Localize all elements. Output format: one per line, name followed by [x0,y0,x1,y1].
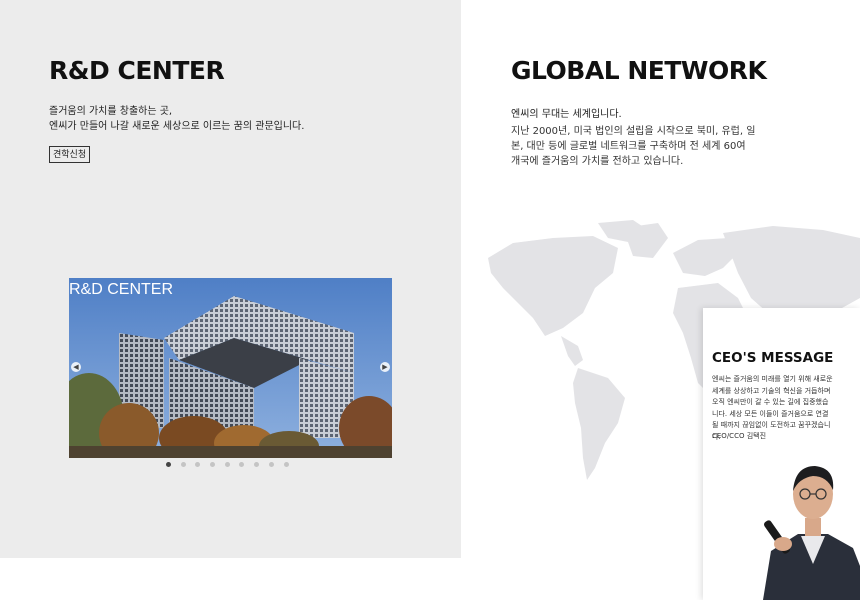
slider-dot-6[interactable] [239,462,245,467]
global-network-lead: 엔씨의 무대는 세계입니다. [511,109,622,120]
bottom-strip [0,558,461,600]
rd-center-title: R&D CENTER [49,56,225,85]
rd-center-description: 즐거움의 가치를 창출하는 곳, 엔씨가 만들어 나갈 새로운 세상으로 이르는… [49,104,304,134]
ceo-message-title: CEO'S MESSAGE [712,350,834,366]
chevron-left-icon: ◀ [73,363,79,371]
slider-next-button[interactable]: ▶ [380,362,390,372]
ceo-portrait-photo [753,456,860,600]
slide-caption: R&D CENTER [69,281,174,298]
slider-prev-button[interactable]: ◀ [71,362,81,372]
slider-dot-2[interactable] [180,462,186,467]
slider-dot-1[interactable] [166,462,171,467]
ceo-signature: CEO/CCO 김택진 [712,432,767,440]
global-network-body: 지난 2000년, 미국 법인의 설립을 시작으로 북미, 유럽, 일본, 대만… [511,126,756,167]
ceo-message-card[interactable]: CEO'S MESSAGE 엔씨는 즐거움의 미래를 열기 위해 새로운 세계를… [703,308,860,600]
global-network-title: GLOBAL NETWORK [511,56,767,85]
slider-dot-8[interactable] [268,462,274,467]
slider-dot-3[interactable] [195,462,201,467]
visit-request-button[interactable]: 견학신청 [49,146,91,163]
slider-pagination [166,462,298,467]
rd-center-building-photo [69,278,392,458]
chevron-right-icon: ▶ [382,363,388,371]
rd-desc-line-2: 엔씨가 만들어 나갈 새로운 세상으로 이르는 꿈의 관문입니다. [49,121,305,132]
slider-dot-9[interactable] [283,462,289,467]
slider-dot-4[interactable] [210,462,216,467]
slider-dot-7[interactable] [254,462,260,467]
rd-desc-line-1: 즐거움의 가치를 창출하는 곳, [49,106,173,117]
slider-dot-5[interactable] [224,462,230,467]
rd-center-slider[interactable]: R&D CENTER ◀ ▶ [69,278,392,458]
